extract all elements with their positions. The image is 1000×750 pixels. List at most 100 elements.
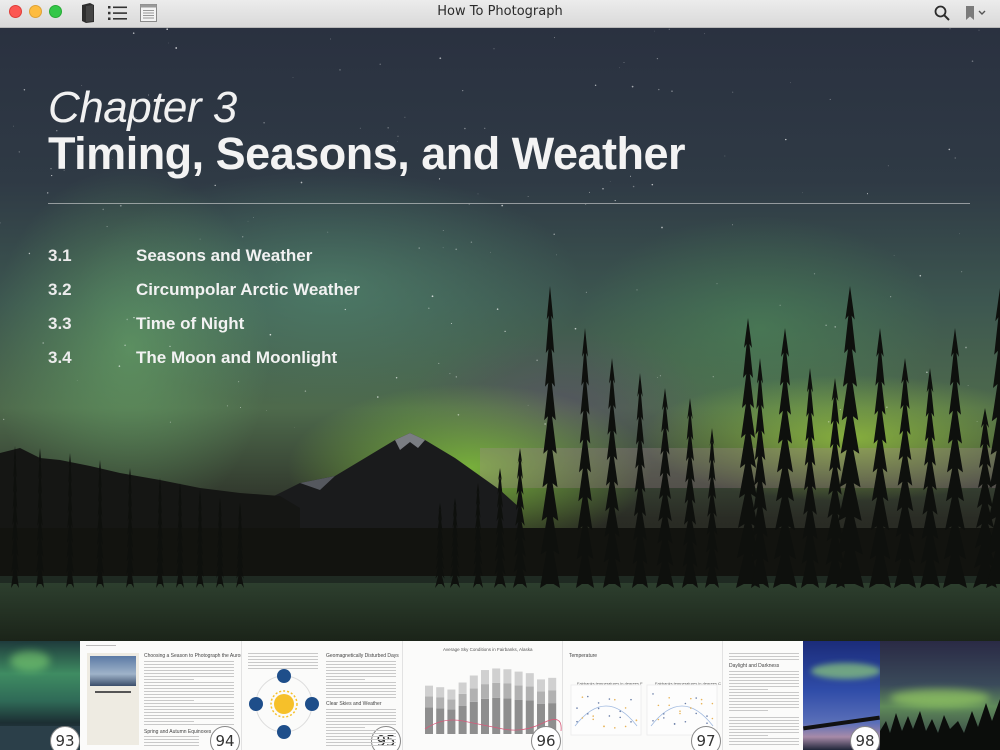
chart-bar-segment: [481, 698, 489, 734]
chart-bar-segment: [425, 707, 433, 734]
minimize-window-button[interactable]: [29, 5, 42, 18]
text-line: [144, 661, 234, 663]
thumbnail-page-daylight[interactable]: Daylight and Darkness: [722, 641, 803, 750]
text-line: [326, 736, 396, 738]
notes-icon[interactable]: [138, 3, 158, 23]
text-line: [144, 706, 234, 708]
text-line: [144, 688, 234, 690]
temperature-point: [668, 704, 670, 707]
chart-bar-segment: [548, 677, 557, 691]
temperature-point: [624, 725, 627, 728]
chart-bar-segment: [514, 699, 523, 734]
temperature-point: [657, 704, 660, 707]
text-line: [326, 718, 396, 720]
thumbnail-page-94[interactable]: Choosing a Season to Photograph the Auro…: [80, 641, 241, 750]
table-of-contents-icon[interactable]: [107, 3, 129, 23]
temperature-point: [657, 718, 660, 721]
text-line: [326, 745, 396, 747]
text-line: [144, 676, 234, 678]
text-line: [729, 704, 799, 706]
page-thumbnail-strip[interactable]: 93 Choosing a Season to Photograph the A…: [0, 641, 1000, 750]
temperature-point: [684, 720, 687, 723]
toc-section-title[interactable]: The Moon and Moonlight: [136, 348, 337, 368]
text-line: [144, 700, 194, 702]
temperature-point: [630, 698, 632, 701]
thumbnail-page-98[interactable]: 98: [803, 641, 1000, 750]
text-line: [248, 668, 318, 670]
temperature-point: [700, 702, 703, 705]
spruce-tree: [836, 286, 864, 588]
chapter-opener-page: Chapter 3 Timing, Seasons, and Weather 3…: [0, 28, 1000, 641]
text-line: [144, 679, 194, 681]
chart-bar-segment: [525, 673, 534, 687]
temperature-point: [608, 698, 611, 700]
temperature-point: [614, 698, 616, 701]
text-line: [729, 698, 799, 700]
text-line: [729, 701, 799, 703]
thumbnail-page-95[interactable]: Geomagnetically Disturbed Days Clear Ski…: [241, 641, 402, 750]
spruce-tree: [682, 398, 698, 588]
chart-bar-segment: [514, 685, 523, 700]
temperature-point: [619, 716, 621, 719]
text-line: [729, 653, 799, 655]
toc-section-number: 3.4: [48, 348, 72, 367]
text-line: [326, 727, 365, 729]
thumbnail-page-96[interactable]: Average Sky Conditions in Fairbanks, Ala…: [402, 641, 562, 750]
temperature-point: [587, 713, 589, 715]
temperature-point: [624, 707, 627, 709]
text-line: [326, 661, 396, 663]
toc-section-title[interactable]: Circumpolar Arctic Weather: [136, 280, 360, 300]
chart-bar-segment: [447, 709, 456, 734]
toc-section-title[interactable]: Time of Night: [136, 314, 244, 334]
text-line: [248, 653, 318, 655]
toc-section-number: 3.3: [48, 314, 72, 333]
temperature-point: [652, 719, 654, 722]
text-line: [326, 715, 396, 717]
text-line: [729, 732, 799, 734]
text-line: [144, 742, 199, 744]
text-line: [729, 656, 799, 658]
text-line: [729, 683, 799, 685]
text-line: [326, 664, 396, 666]
toc-section-title[interactable]: Seasons and Weather: [136, 246, 312, 266]
search-icon[interactable]: [932, 3, 952, 23]
close-window-button[interactable]: [9, 5, 22, 18]
temperature-point: [663, 717, 665, 719]
chart-bar-segment: [425, 685, 433, 697]
chart-bar-segment: [481, 670, 489, 685]
text-line: [248, 659, 318, 661]
toc-item-3-2[interactable]: 3.2 Circumpolar Arctic Weather: [48, 278, 548, 302]
toc-item-3-4[interactable]: 3.4 The Moon and Moonlight: [48, 346, 548, 370]
bookmark-icon[interactable]: [962, 3, 990, 23]
thumbnail-heading: Geomagnetically Disturbed Days: [326, 653, 399, 659]
page-number-badge: 94: [210, 726, 240, 750]
chart-bar-segment: [447, 699, 456, 710]
temperature-point: [576, 707, 578, 709]
temperature-point: [603, 725, 605, 728]
toc-item-3-1[interactable]: 3.1 Seasons and Weather: [48, 244, 548, 268]
chart-bar-segment: [469, 701, 478, 734]
chart-bar-segment: [436, 687, 445, 698]
text-line: [144, 682, 234, 684]
text-line: [729, 707, 799, 709]
chart-bar-segment: [503, 683, 512, 699]
text-line: [729, 720, 799, 722]
thumbnail-page-93[interactable]: 93: [0, 641, 80, 750]
temperature-point: [597, 707, 600, 710]
thumbnail-page-97[interactable]: Temperature Fairbanks temperatures in de…: [562, 641, 722, 750]
text-line: [326, 682, 396, 684]
toc-item-3-3[interactable]: 3.3 Time of Night: [48, 312, 548, 336]
temperature-point: [679, 710, 681, 712]
text-line: [326, 739, 396, 741]
chart-bar-segment: [492, 668, 501, 683]
text-line: [326, 670, 396, 672]
page-number-badge: 98: [850, 726, 880, 750]
library-icon[interactable]: [78, 3, 98, 23]
text-line: [729, 710, 768, 712]
chart-bar-segment: [425, 696, 433, 708]
text-line: [326, 724, 396, 726]
text-line: [144, 691, 234, 693]
maximize-window-button[interactable]: [49, 5, 62, 18]
temperature-point: [668, 697, 670, 699]
chart-bar-segment: [458, 693, 467, 706]
